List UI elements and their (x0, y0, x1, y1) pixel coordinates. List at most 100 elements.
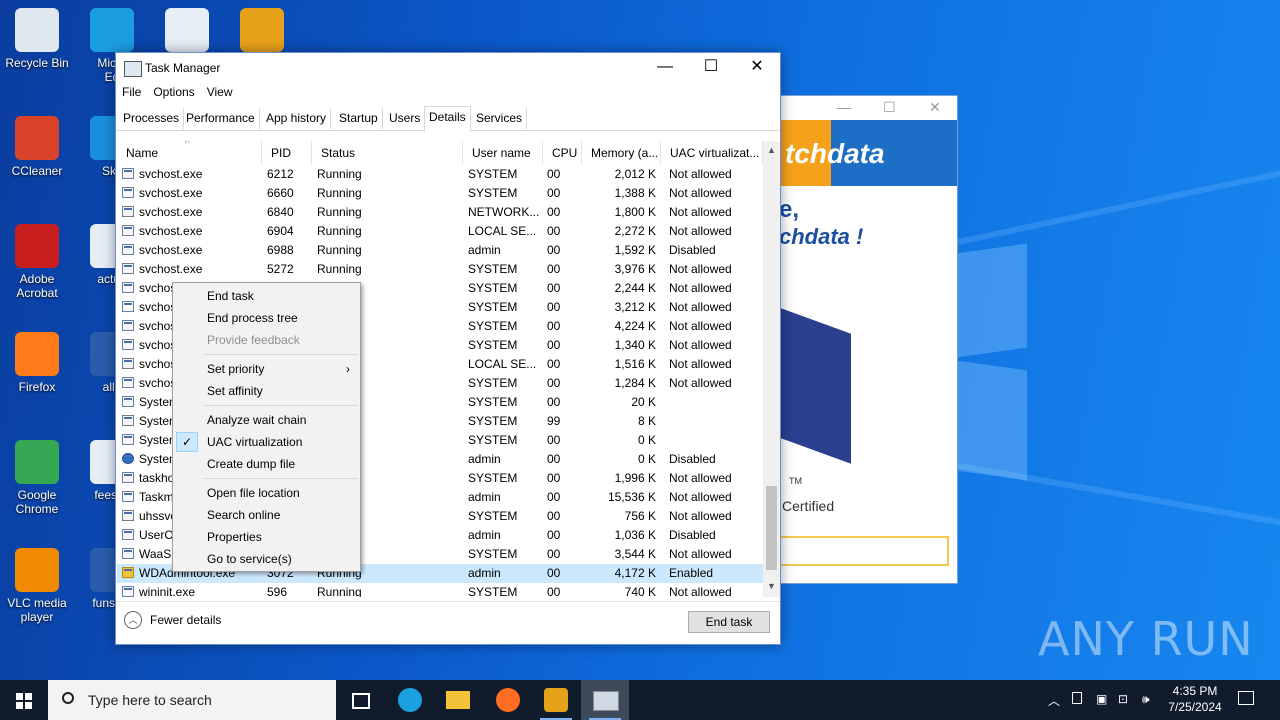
desktop-icon[interactable] (150, 8, 224, 56)
menu-item-open-file-location[interactable]: Open file location (173, 482, 360, 504)
menu-item-properties[interactable]: Properties (173, 526, 360, 548)
menu-view[interactable]: View (201, 83, 239, 101)
background-app-window[interactable]: — ☐ ✕ tchdata e, chdata ! TM Certified (778, 95, 958, 584)
welcome-line-2: chdata ! (779, 224, 864, 249)
cell-user: SYSTEM (468, 395, 518, 409)
taskbar-firefox[interactable] (484, 680, 532, 720)
tab-users[interactable]: Users (385, 108, 426, 129)
tab-performance[interactable]: Performance (182, 108, 260, 129)
cell-status: Running (317, 243, 362, 257)
cell-mem: 740 K (624, 585, 656, 597)
start-button[interactable] (0, 680, 48, 720)
table-row[interactable]: svchost.exe 6988 Running admin 00 1,592 K Disa… (117, 241, 763, 260)
table-row[interactable]: svchost.exe 6212 Running SYSTEM 00 2,012 K Not… (117, 165, 763, 184)
tab-services[interactable]: Services (472, 108, 528, 129)
menu-item-end-process-tree[interactable]: End process tree (173, 307, 360, 329)
menu-item-label: End process tree (207, 311, 298, 325)
tab-app-history[interactable]: App history (262, 108, 332, 129)
clock[interactable]: 4:35 PM 7/25/2024 (1160, 683, 1230, 715)
menu-item-set-affinity[interactable]: Set affinity (173, 380, 360, 402)
tab-details[interactable]: Details (424, 106, 471, 132)
network-icon[interactable]: ⊡ (1118, 692, 1128, 706)
column-header-uac-virtualization[interactable]: UAC virtualizat... (661, 141, 763, 165)
cell-status: Running (317, 186, 362, 200)
scrollbar-thumb[interactable] (766, 486, 777, 570)
task-view-button[interactable] (336, 680, 384, 720)
column-header-user-name[interactable]: User name (463, 141, 543, 165)
cell-uac: Not allowed (669, 205, 732, 219)
chevron-up-icon[interactable]: ︿ (1048, 692, 1060, 709)
cell-cpu: 00 (547, 338, 561, 352)
cell-mem: 3,976 K (614, 262, 656, 276)
fewer-details-link[interactable]: Fewer details (150, 613, 221, 627)
footer-bar: ︿ Fewer details End task (116, 601, 780, 644)
menu-item-end-task[interactable]: End task (173, 285, 360, 307)
end-task-button[interactable]: End task (688, 611, 770, 633)
desktop-icon[interactable]: VLC media player (0, 548, 74, 624)
chevron-up-icon[interactable]: ︿ (124, 611, 142, 629)
desktop-icon[interactable]: Google Chrome (0, 440, 74, 516)
taskbar-wd-admin-tool[interactable] (532, 680, 580, 720)
taskbar-edge[interactable] (386, 680, 434, 720)
scroll-up-icon[interactable]: ▲ (763, 145, 780, 155)
column-header-name[interactable]: ^ Name (117, 141, 262, 165)
process-icon (122, 510, 134, 521)
cell-cpu: 00 (547, 319, 561, 333)
title-bar[interactable]: Task Manager — ☐ ✕ (116, 53, 780, 83)
column-header-cpu[interactable]: CPU (543, 141, 582, 165)
menu-options[interactable]: Options (147, 83, 200, 101)
maximize-icon[interactable]: ☐ (883, 99, 896, 116)
menu-item-analyze-wait-chain[interactable]: Analyze wait chain (173, 409, 360, 431)
desktop-icon[interactable]: Recycle Bin (0, 8, 74, 70)
process-icon (122, 339, 134, 350)
desktop-icon[interactable]: Firefox (0, 332, 74, 394)
menu-item-create-dump-file[interactable]: Create dump file (173, 453, 360, 475)
vertical-scrollbar[interactable]: ▲ ▼ (763, 141, 780, 597)
column-header-status[interactable]: Status (312, 141, 463, 165)
cell-uac: Enabled (669, 566, 714, 580)
desktop-icon[interactable]: Adobe Acrobat (0, 224, 74, 300)
menu-file[interactable]: File (116, 83, 147, 101)
table-row[interactable]: svchost.exe 6840 Running NETWORK... 00 1,800 … (117, 203, 763, 222)
menu-item-go-to-service-s[interactable]: Go to service(s) (173, 548, 360, 570)
menu-separator (203, 478, 358, 479)
table-row[interactable]: svchost.exe 6904 Running LOCAL SE... 00 2,272… (117, 222, 763, 241)
cell-cpu: 00 (547, 395, 561, 409)
table-row[interactable]: svchost.exe 6660 Running SYSTEM 00 1,388 K Not… (117, 184, 763, 203)
close-button[interactable]: ✕ (734, 53, 780, 83)
tab-processes[interactable]: Processes (119, 108, 185, 129)
process-icon (122, 377, 134, 388)
table-row[interactable]: wininit.exe 596 Running SYSTEM 00 740 K Not al… (117, 583, 763, 597)
tab-startup[interactable]: Startup (335, 108, 383, 129)
taskbar-search-box[interactable]: Type here to search (48, 680, 336, 720)
taskbar-task-manager[interactable] (581, 680, 629, 720)
taskbar-file-explorer[interactable] (434, 680, 482, 720)
tablet-icon[interactable] (1072, 692, 1082, 704)
minimize-button[interactable]: — (642, 53, 688, 83)
notification-icon[interactable] (1238, 691, 1254, 705)
scroll-down-icon[interactable]: ▼ (763, 581, 780, 591)
background-window-titlebar[interactable]: — ☐ ✕ (779, 96, 957, 120)
column-header-pid[interactable]: PID (262, 141, 312, 165)
column-header-memory[interactable]: Memory (a... (582, 141, 661, 165)
menu-item-uac-virtualization[interactable]: ✓ UAC virtualization (173, 431, 360, 453)
volume-icon[interactable]: 🕪 (1142, 692, 1150, 707)
cell-user: SYSTEM (468, 585, 518, 597)
cell-mem: 756 K (624, 509, 656, 523)
menu-item-label: Properties (207, 530, 262, 544)
maximize-button[interactable]: ☐ (688, 53, 734, 83)
device-icon[interactable]: ▣ (1096, 692, 1107, 706)
process-icon (122, 529, 134, 540)
desktop-icon[interactable] (225, 8, 299, 56)
menu-item-search-online[interactable]: Search online (173, 504, 360, 526)
cell-user: SYSTEM (468, 547, 518, 561)
table-row[interactable]: svchost.exe 5272 Running SYSTEM 00 3,976 K Not… (117, 260, 763, 279)
menu-item-set-priority[interactable]: Set priority › (173, 358, 360, 380)
cell-mem: 4,224 K (614, 319, 656, 333)
close-icon[interactable]: ✕ (929, 99, 941, 116)
desktop-icon[interactable]: CCleaner (0, 116, 74, 178)
process-icon (122, 206, 134, 217)
app-banner: tchdata (779, 120, 957, 186)
minimize-icon[interactable]: — (837, 99, 851, 115)
lock-icon (544, 688, 568, 712)
